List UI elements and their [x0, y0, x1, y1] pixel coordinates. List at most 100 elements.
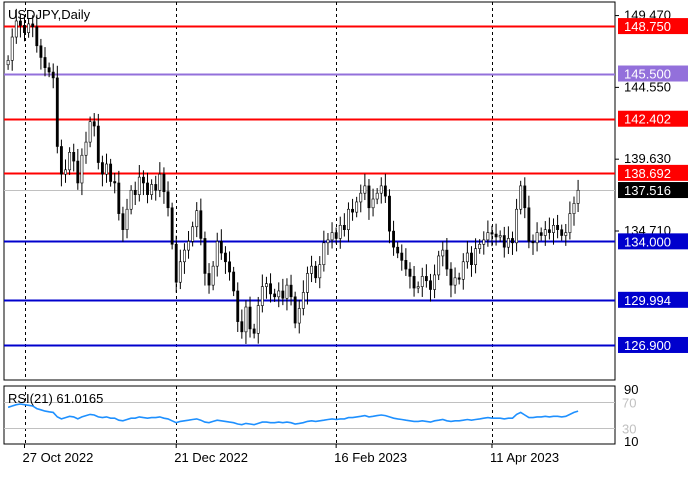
candle-body [334, 232, 338, 239]
candle-body [10, 36, 14, 61]
candle-body [207, 273, 211, 286]
candle-body [277, 290, 281, 298]
candle-body [326, 239, 330, 244]
candle-body [199, 210, 203, 239]
candle-body [519, 185, 523, 210]
candle-body [400, 252, 404, 261]
candle-body [342, 224, 346, 230]
candle-body [515, 208, 519, 244]
candle-body [154, 184, 158, 191]
candle-body [498, 235, 502, 238]
candle-body [224, 252, 227, 263]
candle-body [568, 213, 572, 233]
candle-body [269, 283, 272, 295]
time-tick-label: 16 Feb 2023 [334, 450, 407, 465]
candle-body [183, 249, 186, 263]
candle-body [470, 252, 473, 266]
rsi-axis-label: 10 [624, 434, 638, 449]
candle-body [174, 243, 178, 283]
price-axis: 149.470144.550139.630134.710148.750145.5… [615, 8, 688, 449]
candle-body [351, 208, 354, 213]
candle-body [166, 191, 170, 209]
candle-body [543, 229, 547, 236]
rsi-level-label: 70 [622, 396, 636, 411]
level-price-label: 129.994 [624, 293, 671, 308]
candle-body [256, 305, 260, 334]
candle-body [215, 241, 219, 267]
candle-body [100, 162, 104, 175]
candle-body [43, 57, 47, 68]
candle-body [363, 185, 367, 194]
candle-body [236, 290, 240, 322]
candle-body [359, 192, 363, 203]
candle-body [322, 242, 326, 266]
level-price-label: 142.402 [624, 112, 671, 127]
time-tick-label: 27 Oct 2022 [23, 450, 94, 465]
candle-body [556, 224, 560, 230]
candle-body [482, 239, 486, 245]
candle-body [109, 163, 113, 182]
candle-body [318, 264, 322, 279]
candle-body [355, 201, 359, 213]
candle-body [72, 152, 76, 162]
candle-body [301, 292, 305, 309]
level-price-label: 138.692 [624, 166, 671, 181]
candle-body [47, 67, 51, 73]
candle-body [523, 185, 527, 209]
candle-body [449, 268, 453, 286]
candle-body [306, 273, 309, 293]
candle-body [187, 241, 190, 251]
candle-body [244, 306, 248, 333]
candle-body [137, 176, 141, 195]
candle-body [330, 232, 334, 241]
candle-body [211, 265, 215, 286]
candle-body [441, 249, 445, 257]
candle-body [84, 141, 88, 156]
candle-body [453, 277, 457, 286]
candle-body [129, 189, 133, 210]
candle-body [117, 182, 121, 214]
candle-body [478, 243, 482, 249]
chart-canvas[interactable]: 149.470144.550139.630134.710148.750145.5… [0, 0, 700, 500]
candle-body [572, 203, 576, 214]
candle-body [265, 283, 268, 287]
candle-body [121, 213, 125, 230]
candle-body [486, 232, 490, 241]
candle-body [240, 321, 244, 333]
candle-body [6, 60, 10, 66]
candle-body [203, 238, 207, 274]
candle-body [474, 248, 478, 266]
candle-body [408, 268, 412, 277]
candle-body [412, 276, 416, 289]
candle-body [576, 189, 580, 204]
candle-body [80, 154, 84, 184]
candle-body [39, 45, 43, 58]
candle-body [150, 184, 154, 195]
candle-body [96, 125, 100, 163]
candle-body [445, 249, 449, 270]
candle-body [55, 77, 59, 147]
candle-body [371, 198, 375, 209]
rsi-label: RSI(21) 61.0165 [8, 391, 103, 406]
level-price-label: 145.500 [624, 67, 671, 82]
candle-body [490, 232, 494, 235]
candle-body [527, 207, 531, 242]
candle-body [539, 232, 543, 236]
candle-body [285, 284, 289, 299]
time-tick-label: 11 Apr 2023 [490, 450, 559, 465]
candle-body [502, 235, 506, 248]
candle-body [429, 280, 432, 290]
candle-body [59, 146, 63, 175]
candle-body [64, 169, 67, 175]
candle-body [383, 185, 387, 197]
symbol-title: USDJPY,Daily [8, 7, 91, 22]
candle-body [191, 226, 195, 242]
candle-body [88, 121, 92, 143]
candle-body [506, 238, 510, 248]
candle-body [252, 328, 256, 334]
current-price-label: 137.516 [624, 183, 671, 198]
candle-body [433, 274, 436, 290]
candle-body [420, 276, 424, 287]
candle-body [248, 306, 252, 330]
candle-body [219, 241, 223, 254]
